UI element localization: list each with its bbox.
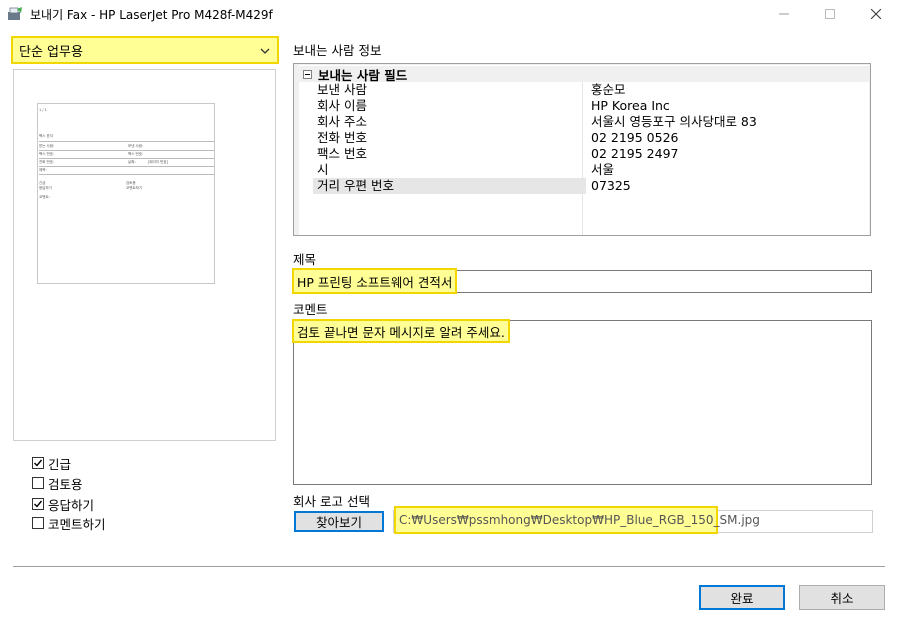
review-checkbox[interactable]: 검토용 xyxy=(32,474,83,492)
preview-check-left: 응답하기 xyxy=(39,186,52,190)
window-title: 보내기 Fax - HP LaserJet Pro M428f-M429f xyxy=(30,8,273,22)
preview-row-left: 제목: xyxy=(39,168,47,172)
grid-row-value: 서울 xyxy=(591,162,615,177)
chevron-down-icon xyxy=(260,48,270,54)
grid-row-name: 팩스 번호 xyxy=(317,146,367,161)
ok-button[interactable]: 완료 xyxy=(699,585,785,610)
fax-app-icon xyxy=(7,6,23,22)
maximize-button[interactable] xyxy=(807,0,853,28)
comment-checkbox[interactable]: 코멘트하기 xyxy=(32,514,106,532)
checkbox-empty-icon xyxy=(32,477,44,489)
grid-row[interactable]: 보낸 사람 홍순모 xyxy=(299,82,869,98)
logo-label: 회사 로고 선택 xyxy=(293,494,370,509)
check-icon xyxy=(32,498,44,510)
sender-fields-category[interactable]: 보내는 사람 필드 xyxy=(299,66,869,83)
comment-textarea[interactable] xyxy=(293,320,872,485)
grid-row-value: 02 2195 2497 xyxy=(591,146,679,161)
close-icon xyxy=(871,9,881,19)
preview-row-left: 전화 번호: xyxy=(39,160,55,164)
comment-label: 코멘트 xyxy=(293,302,328,317)
grid-row-selected[interactable]: 거리 우편 번호 07325 xyxy=(299,178,869,194)
preview-row-extra: [페이지 번호] xyxy=(148,160,168,164)
reply-label: 응답하기 xyxy=(48,497,95,513)
sender-fields-category-label: 보내는 사람 필드 xyxy=(318,67,408,83)
close-button[interactable] xyxy=(853,0,899,28)
check-icon xyxy=(32,457,44,469)
preview-check-right: 코멘트하기 xyxy=(126,186,143,190)
maximize-icon xyxy=(825,9,835,19)
minimize-icon xyxy=(779,13,789,15)
urgent-checkbox[interactable]: 긴급 xyxy=(32,454,71,472)
cover-template-value: 단순 업무용 xyxy=(19,44,83,60)
grid-row-value: 02 2195 0526 xyxy=(591,130,679,145)
grid-row-name: 회사 주소 xyxy=(317,114,367,129)
grid-row-value: 07325 xyxy=(591,178,631,193)
grid-row-name: 회사 이름 xyxy=(317,98,367,113)
grid-row[interactable]: 회사 이름 HP Korea Inc xyxy=(299,98,869,114)
collapse-icon[interactable] xyxy=(303,69,312,79)
grid-row[interactable]: 팩스 번호 02 2195 2497 xyxy=(299,146,869,162)
urgent-label: 긴급 xyxy=(48,456,72,472)
preview-row-right: 팩스 번호: xyxy=(128,152,144,156)
grid-row-value: 서울시 영등포구 의사당대로 83 xyxy=(591,114,757,129)
grid-row-value: HP Korea Inc xyxy=(591,98,670,113)
grid-row-name: 전화 번호 xyxy=(317,130,367,145)
subject-label: 제목 xyxy=(293,252,317,267)
grid-row[interactable]: 전화 번호 02 2195 0526 xyxy=(299,130,869,146)
grid-row[interactable]: 회사 주소 서울시 영등포구 의사당대로 83 xyxy=(299,114,869,130)
sender-info-label: 보내는 사람 정보 xyxy=(293,43,382,58)
sender-property-grid[interactable]: 보내는 사람 필드 보낸 사람 홍순모 회사 이름 HP Korea Inc 회… xyxy=(293,63,871,236)
footer-separator xyxy=(13,566,885,567)
subject-value: HP 프린팅 소프트웨어 견적서 xyxy=(292,268,458,294)
comment-option-label: 코멘트하기 xyxy=(48,516,106,532)
logo-path-value: C:₩Users₩pssmhong₩Desktop₩HP_Blue_RGB_15… xyxy=(394,506,760,534)
preview-row-left: 받는 사람: xyxy=(39,144,55,148)
preview-heading: 팩스 표지 xyxy=(39,134,53,138)
preview-check-left: 긴급 xyxy=(39,181,46,185)
grid-row[interactable]: 시 서울 xyxy=(299,162,869,178)
preview-page-number: 1 / 1 xyxy=(39,108,47,112)
cancel-button[interactable]: 취소 xyxy=(799,585,885,610)
preview-comment-label: 코멘트: xyxy=(39,195,50,199)
cover-template-dropdown[interactable]: 단순 업무용 xyxy=(11,36,279,64)
grid-row-name: 보낸 사람 xyxy=(317,82,367,97)
grid-row-value: 홍순모 xyxy=(591,82,626,97)
browse-button[interactable]: 찾아보기 xyxy=(294,511,384,532)
title-bar: 보내기 Fax - HP LaserJet Pro M428f-M429f xyxy=(0,0,899,28)
cover-preview-page: 1 / 1 팩스 표지 받는 사람: 보낸 사람: 팩스 번호: 팩스 번호: … xyxy=(37,103,215,284)
checkbox-empty-icon xyxy=(32,517,44,529)
reply-checkbox[interactable]: 응답하기 xyxy=(32,495,94,513)
preview-row-right: 보낸 사람: xyxy=(128,144,144,148)
preview-row-right: 날짜: xyxy=(128,160,136,164)
preview-check-right: 검토용 xyxy=(126,181,136,185)
grid-row-name: 시 xyxy=(317,162,329,177)
minimize-button[interactable] xyxy=(761,0,807,28)
comment-value: 검토 끝나면 문자 메시지로 알려 주세요. xyxy=(292,319,510,343)
review-label: 검토용 xyxy=(48,476,83,492)
grid-row-name: 거리 우편 번호 xyxy=(317,178,394,193)
preview-row-left: 팩스 번호: xyxy=(39,152,55,156)
